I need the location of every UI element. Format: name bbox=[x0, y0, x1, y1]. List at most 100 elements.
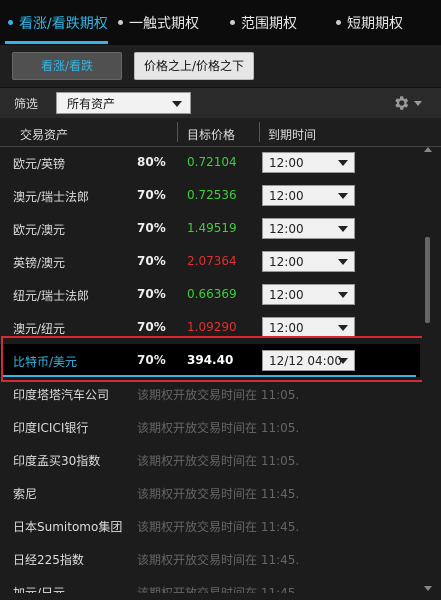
tab-call-put[interactable]: 看涨/看跌期权 bbox=[8, 0, 108, 45]
asset-name: 比特币/美元 bbox=[13, 355, 78, 369]
table-row[interactable]: 英镑/澳元 70% 2.07364 12:00 bbox=[0, 245, 420, 279]
closed-notice: 该期权开放交易时间在 11:05. bbox=[137, 421, 300, 435]
expiry-select[interactable]: 12:00 bbox=[262, 152, 355, 173]
table-header: 交易资产 目标价格 到期时间 bbox=[0, 118, 441, 147]
asset-name: 澳元/纽元 bbox=[13, 322, 66, 336]
filter-label: 筛选 bbox=[14, 97, 39, 111]
expiry-value: 12:00 bbox=[269, 321, 304, 335]
table-row[interactable]: 印度孟买30指数 该期权开放交易时间在 11:05. bbox=[0, 443, 420, 477]
table-row[interactable]: 索尼 该期权开放交易时间在 11:45. bbox=[0, 476, 420, 510]
expiry-value: 12/12 04:00 bbox=[269, 354, 342, 368]
chevron-down-icon bbox=[338, 325, 348, 331]
closed-notice: 该期权开放交易时间在 11:05. bbox=[137, 388, 300, 402]
tab-dot-icon bbox=[8, 19, 13, 25]
scrollbar-track[interactable] bbox=[422, 147, 438, 593]
chevron-down-icon bbox=[338, 259, 348, 265]
asset-name: 印度塔塔汽车公司 bbox=[13, 388, 110, 402]
expiry-select[interactable]: 12:00 bbox=[262, 284, 355, 305]
settings-chevron-down-icon[interactable] bbox=[414, 101, 422, 106]
asset-name: 英镑/澳元 bbox=[13, 256, 66, 270]
asset-name: 纽元/瑞士法郎 bbox=[13, 289, 90, 303]
closed-notice: 该期权开放交易时间在 11:45. bbox=[137, 520, 300, 534]
target-price: 0.72104 bbox=[187, 155, 237, 169]
asset-name: 澳元/瑞士法郎 bbox=[13, 190, 90, 204]
chevron-down-icon bbox=[338, 193, 348, 199]
tab-label: 看涨/看跌期权 bbox=[19, 16, 108, 32]
expiry-select[interactable]: 12:00 bbox=[262, 185, 355, 206]
table-row[interactable]: 澳元/瑞士法郎 70% 0.72536 12:00 bbox=[0, 179, 420, 213]
tab-label: 短期期权 bbox=[347, 16, 403, 32]
chevron-down-icon bbox=[338, 292, 348, 298]
target-price: 1.09290 bbox=[187, 320, 237, 334]
target-price: 0.66369 bbox=[187, 287, 237, 301]
filter-value: 所有资产 bbox=[67, 97, 116, 111]
asset-list[interactable]: 欧元/英镑 80% 0.72104 12:00 澳元/瑞士法郎 70% 0.72… bbox=[0, 147, 420, 593]
table-row[interactable]: 印度塔塔汽车公司 该期权开放交易时间在 11:05. bbox=[0, 377, 420, 411]
table-row-selected[interactable]: 比特币/美元 70% 394.40 12/12 04:00 bbox=[0, 344, 420, 378]
payout-percent: 70% bbox=[137, 353, 166, 367]
expiry-value: 12:00 bbox=[269, 189, 304, 203]
expiry-value: 12:00 bbox=[269, 222, 304, 236]
payout-percent: 70% bbox=[137, 287, 166, 301]
expiry-value: 12:00 bbox=[269, 255, 304, 269]
table-row[interactable]: 印度ICICI银行 该期权开放交易时间在 11:05. bbox=[0, 410, 420, 444]
expiry-select[interactable]: 12/12 04:00 bbox=[262, 350, 355, 371]
header-asset: 交易资产 bbox=[20, 128, 69, 142]
asset-name: 日经225指数 bbox=[13, 553, 84, 567]
closed-notice: 该期权开放交易时间在 11:45. bbox=[137, 487, 300, 501]
options-panel: 看涨/看跌期权 一触式期权 范围期权 短期期权 看涨/看跌 价格之上/价格之下 … bbox=[0, 0, 441, 600]
asset-name: 印度ICICI银行 bbox=[13, 421, 89, 435]
table-row[interactable]: 日本Sumitomo集团 该期权开放交易时间在 11:45. bbox=[0, 509, 420, 543]
tab-label: 一触式期权 bbox=[129, 16, 199, 32]
asset-name: 欧元/澳元 bbox=[13, 223, 66, 237]
header-divider bbox=[259, 122, 260, 142]
asset-name: 加元/日元 bbox=[13, 586, 66, 593]
expiry-select[interactable]: 12:00 bbox=[262, 251, 355, 272]
closed-notice: 该期权开放交易时间在 11:45. bbox=[137, 586, 300, 593]
asset-name: 欧元/英镑 bbox=[13, 157, 66, 171]
table-row[interactable]: 欧元/澳元 70% 1.49519 12:00 bbox=[0, 212, 420, 246]
mode-switch: 看涨/看跌 价格之上/价格之下 bbox=[0, 45, 441, 88]
payout-percent: 80% bbox=[137, 155, 166, 169]
asset-name: 印度孟买30指数 bbox=[13, 454, 101, 468]
expiry-value: 12:00 bbox=[269, 156, 304, 170]
table-row[interactable]: 澳元/纽元 70% 1.09290 12:00 bbox=[0, 311, 420, 345]
table-row[interactable]: 欧元/英镑 80% 0.72104 12:00 bbox=[0, 147, 420, 180]
asset-filter-select[interactable]: 所有资产 bbox=[56, 92, 191, 114]
target-price: 2.07364 bbox=[187, 254, 237, 268]
tab-dot-icon bbox=[230, 19, 235, 25]
table-row[interactable]: 纽元/瑞士法郎 70% 0.66369 12:00 bbox=[0, 278, 420, 312]
chevron-down-icon bbox=[338, 226, 348, 232]
closed-notice: 该期权开放交易时间在 11:05. bbox=[137, 454, 300, 468]
chevron-down-icon bbox=[172, 101, 182, 107]
tab-short-term[interactable]: 短期期权 bbox=[336, 0, 403, 45]
gear-icon[interactable] bbox=[392, 94, 410, 112]
payout-percent: 70% bbox=[137, 221, 166, 235]
scrollbar-thumb[interactable] bbox=[425, 237, 430, 323]
asset-name: 日本Sumitomo集团 bbox=[13, 520, 123, 534]
call-put-button[interactable]: 看涨/看跌 bbox=[12, 52, 122, 80]
expiry-select[interactable]: 12:00 bbox=[262, 317, 355, 338]
tab-range[interactable]: 范围期权 bbox=[230, 0, 297, 45]
table-row[interactable]: 加元/日元 该期权开放交易时间在 11:45. bbox=[0, 575, 420, 593]
target-price: 394.40 bbox=[187, 353, 234, 367]
asset-name: 索尼 bbox=[13, 487, 38, 501]
header-divider bbox=[177, 122, 178, 142]
filter-bar: 筛选 所有资产 bbox=[0, 88, 441, 118]
expiry-value: 12:00 bbox=[269, 288, 304, 302]
expiry-select[interactable]: 12:00 bbox=[262, 218, 355, 239]
table-row[interactable]: 日经225指数 该期权开放交易时间在 11:45. bbox=[0, 542, 420, 576]
header-target-price: 目标价格 bbox=[187, 128, 236, 142]
scroll-up-icon[interactable] bbox=[424, 147, 432, 152]
closed-notice: 该期权开放交易时间在 11:45. bbox=[137, 553, 300, 567]
active-tab-indicator bbox=[5, 41, 108, 44]
target-price: 1.49519 bbox=[187, 221, 237, 235]
above-below-button[interactable]: 价格之上/价格之下 bbox=[134, 52, 254, 80]
tab-label: 范围期权 bbox=[241, 16, 297, 32]
target-price: 0.72536 bbox=[187, 188, 237, 202]
chevron-down-icon bbox=[338, 358, 348, 364]
payout-percent: 70% bbox=[137, 254, 166, 268]
tab-one-touch[interactable]: 一触式期权 bbox=[118, 0, 199, 45]
payout-percent: 70% bbox=[137, 188, 166, 202]
scroll-down-icon[interactable] bbox=[424, 586, 432, 591]
